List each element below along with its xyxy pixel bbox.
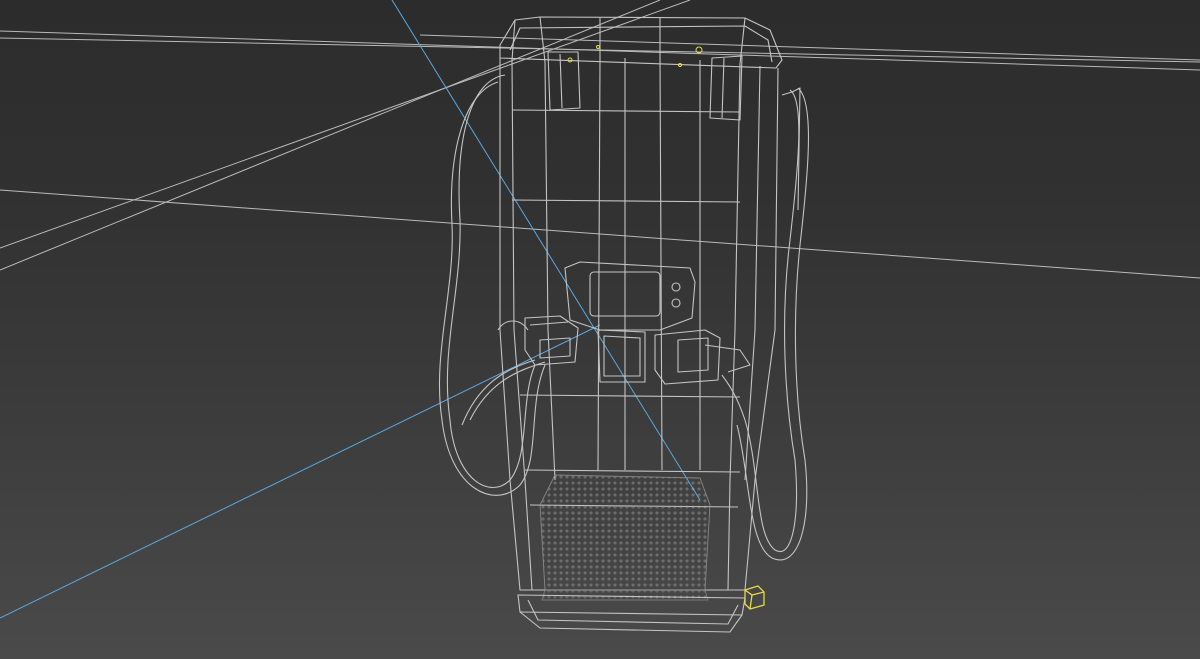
right-cable — [721, 89, 800, 553]
bottom-mesh-panel — [539, 474, 711, 601]
right-connector-holder — [654, 329, 721, 385]
body-inner-right — [727, 63, 741, 591]
grid-line — [419, 34, 1200, 61]
body-inner-left-2 — [544, 61, 556, 481]
transform-gizmo-icon[interactable] — [744, 585, 765, 610]
base-plinth[interactable] — [517, 594, 746, 633]
grid-line — [0, 0, 661, 271]
axis-line-diagonal — [391, 0, 701, 501]
3d-viewport[interactable] — [0, 0, 1200, 659]
display-button-top — [671, 282, 681, 292]
grid-line — [0, 189, 1200, 279]
viewport-scene[interactable] — [0, 0, 1200, 659]
display-button-bottom — [671, 298, 681, 308]
pivot-marker — [596, 45, 600, 49]
body-inner-left — [511, 59, 533, 591]
left-cable — [446, 74, 536, 489]
grid-line — [0, 0, 691, 249]
body-inner-right-2 — [744, 65, 761, 481]
axis-line-left — [0, 324, 601, 619]
